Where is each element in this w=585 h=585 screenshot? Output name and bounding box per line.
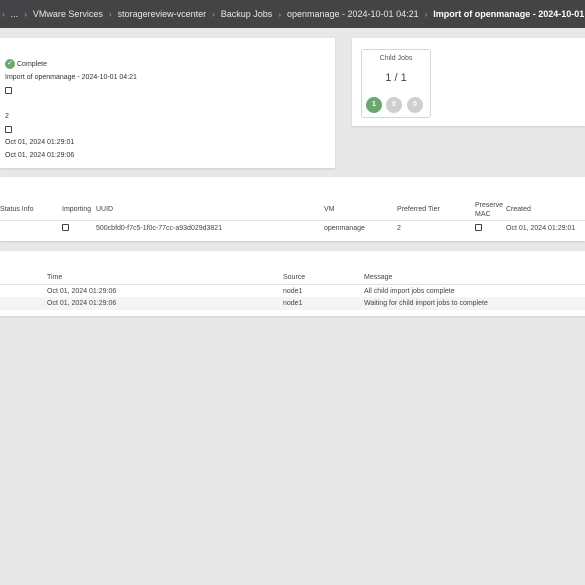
job-detail-card	[0, 38, 335, 168]
completed-count-badge: 1	[366, 97, 382, 113]
row-uuid: 500cbfd0-f7c5-1f0c-77cc-a93d029d3821	[96, 225, 223, 232]
col-preferred-tier[interactable]: Preferred Tier	[397, 206, 440, 213]
log-row-2-source: node1	[283, 300, 303, 307]
check-circle-icon: ✓	[5, 59, 15, 69]
job-name: Import of openmanage - 2024-10-01 04:21	[5, 74, 137, 81]
breadcrumb-current: Import of openmanage - 2024-10-01 04:21	[433, 9, 585, 19]
breadcrumb-vcenter[interactable]: storagereview-vcenter	[118, 9, 207, 19]
col-importing[interactable]: Importing	[62, 206, 91, 213]
breadcrumb: › ... › VMware Services › storagereview-…	[0, 0, 585, 28]
log-row-2-time: Oct 01, 2024 01:29:06	[47, 300, 117, 307]
log-row-1-message: All child import jobs complete	[364, 288, 455, 295]
failed-count-badge: 0	[386, 97, 402, 113]
job-started: Oct 01, 2024 01:29:01	[5, 139, 75, 146]
job-count: 2	[5, 113, 9, 120]
preserve-mac-checkbox[interactable]	[475, 224, 482, 231]
breadcrumb-backup-job[interactable]: openmanage - 2024-10-01 04:21	[287, 9, 419, 19]
chevron-right-icon: ›	[108, 9, 112, 19]
chevron-right-icon: ›	[424, 9, 428, 19]
child-jobs-summary[interactable]: Child Jobs 1 / 1 1 0 0	[361, 49, 431, 118]
col-time[interactable]: Time	[47, 274, 62, 281]
detail-checkbox-1[interactable]	[5, 87, 12, 94]
col-status-info[interactable]: Status Info	[0, 206, 33, 213]
col-vm[interactable]: VM	[324, 206, 335, 213]
log-header-divider	[0, 284, 585, 285]
col-source[interactable]: Source	[283, 274, 305, 281]
log-row-2-message: Waiting for child import jobs to complet…	[364, 300, 488, 307]
child-jobs-title: Child Jobs	[379, 55, 413, 62]
col-created[interactable]: Created	[506, 206, 531, 213]
chevron-right-icon: ›	[212, 9, 215, 19]
log-row-1-source: node1	[283, 288, 303, 295]
job-finished: Oct 01, 2024 01:29:06	[5, 152, 75, 159]
chevron-right-icon: ›	[24, 9, 27, 19]
log-row-1-time: Oct 01, 2024 01:29:06	[47, 288, 117, 295]
col-message[interactable]: Message	[364, 274, 392, 281]
child-jobs-count: 1 / 1	[385, 72, 407, 84]
pending-count-badge: 0	[407, 97, 423, 113]
row-tier: 2	[397, 225, 401, 232]
detail-checkbox-2[interactable]	[5, 126, 12, 133]
importing-checkbox[interactable]	[62, 224, 69, 231]
chevron-right-icon: ›	[2, 9, 5, 19]
breadcrumb-vmware-services[interactable]: VMware Services	[33, 9, 103, 19]
row-created: Oct 01, 2024 01:29:01	[506, 225, 576, 232]
chevron-right-icon: ›	[278, 9, 281, 19]
col-preserve-mac[interactable]: Preserve MAC	[475, 201, 505, 219]
breadcrumb-backup-jobs[interactable]: Backup Jobs	[221, 9, 273, 19]
col-uuid[interactable]: UUID	[96, 206, 113, 213]
breadcrumb-ellipsis[interactable]: ...	[11, 9, 19, 19]
job-status: Complete	[17, 61, 47, 68]
row-vm: openmanage	[324, 225, 365, 232]
table-divider	[0, 220, 585, 221]
